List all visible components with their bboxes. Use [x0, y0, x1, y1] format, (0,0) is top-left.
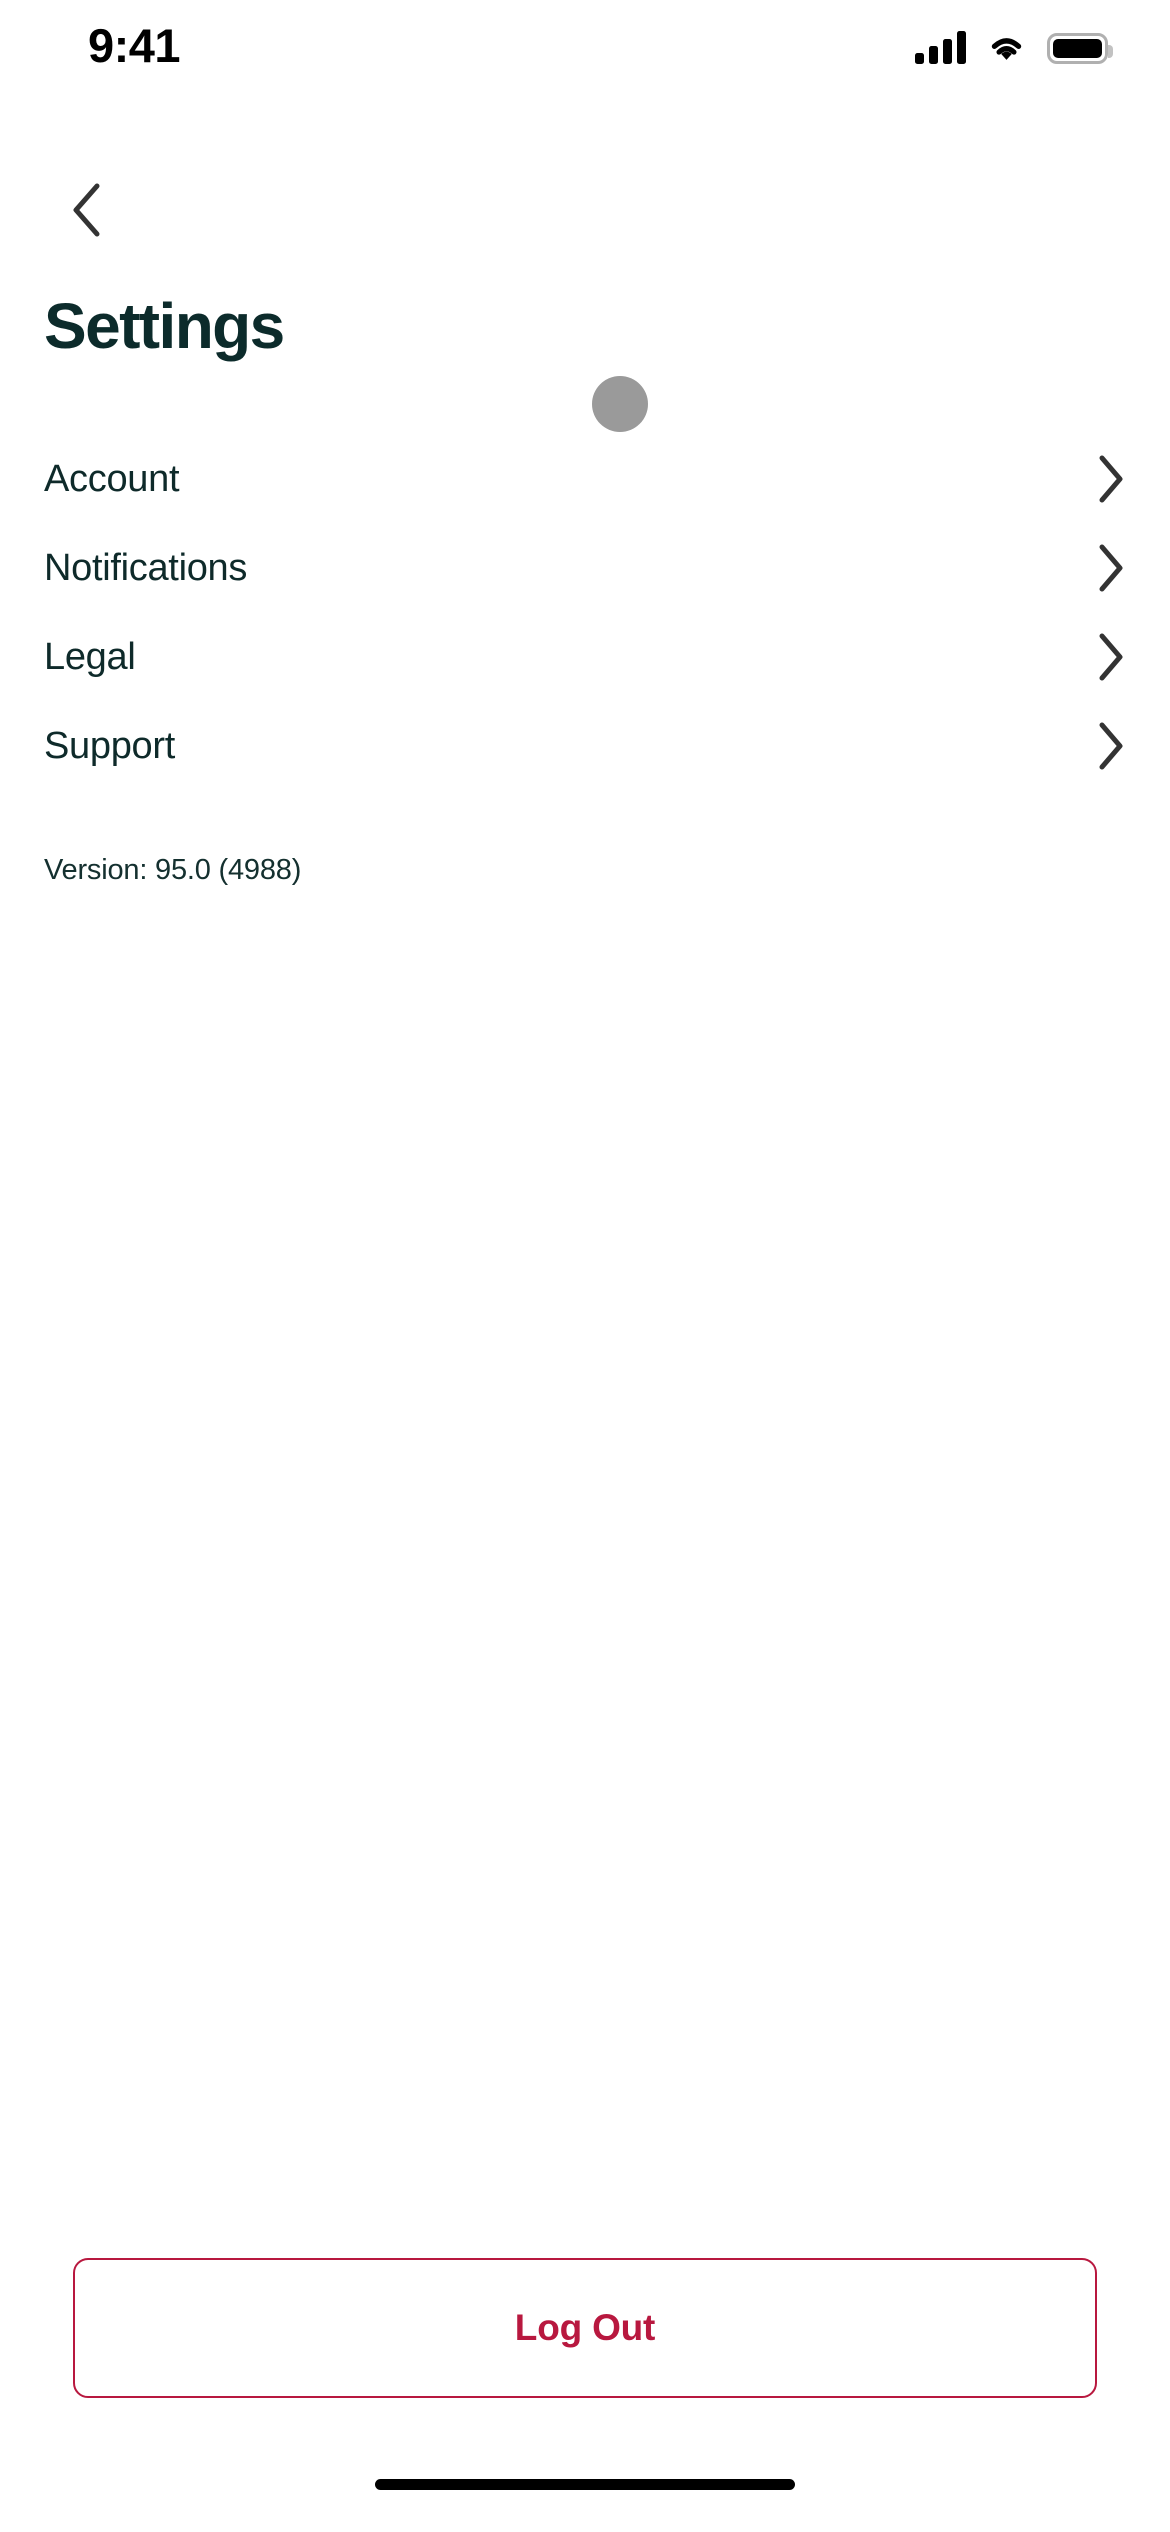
settings-row-notifications[interactable]: Notifications — [44, 523, 1126, 612]
status-bar-indicators — [915, 30, 1113, 64]
home-indicator-area — [0, 2460, 1170, 2532]
chevron-right-icon — [1082, 722, 1126, 769]
logout-container: Log Out — [0, 2258, 1170, 2398]
settings-row-label: Notifications — [44, 546, 248, 589]
settings-row-legal[interactable]: Legal — [44, 612, 1126, 701]
chevron-right-icon — [1082, 544, 1126, 591]
cellular-signal-icon — [915, 30, 966, 64]
back-button[interactable] — [46, 170, 126, 250]
decorative-dot-row — [0, 358, 1170, 436]
settings-row-label: Account — [44, 457, 180, 500]
settings-row-support[interactable]: Support — [44, 701, 1126, 790]
wifi-icon — [985, 30, 1028, 64]
logout-button[interactable]: Log Out — [73, 2258, 1097, 2398]
chevron-right-icon — [1082, 633, 1126, 680]
status-bar: 9:41 — [0, 0, 1170, 118]
navigation-bar — [0, 118, 1170, 237]
page-title: Settings — [44, 290, 285, 362]
settings-list: Account Notifications Legal Support — [0, 434, 1170, 790]
battery-full-icon — [1047, 33, 1113, 64]
settings-screen: 9:41 Settings Account Notifications Lega… — [0, 0, 1170, 2532]
status-bar-time: 9:41 — [88, 19, 181, 72]
home-indicator[interactable] — [375, 2479, 795, 2490]
version-label: Version: 95.0 (4988) — [44, 854, 302, 886]
settings-row-account[interactable]: Account — [44, 434, 1126, 523]
settings-row-label: Support — [44, 724, 175, 767]
settings-row-label: Legal — [44, 635, 136, 678]
chevron-right-icon — [1082, 455, 1126, 502]
decorative-circle — [592, 376, 648, 432]
chevron-left-icon — [68, 181, 104, 239]
